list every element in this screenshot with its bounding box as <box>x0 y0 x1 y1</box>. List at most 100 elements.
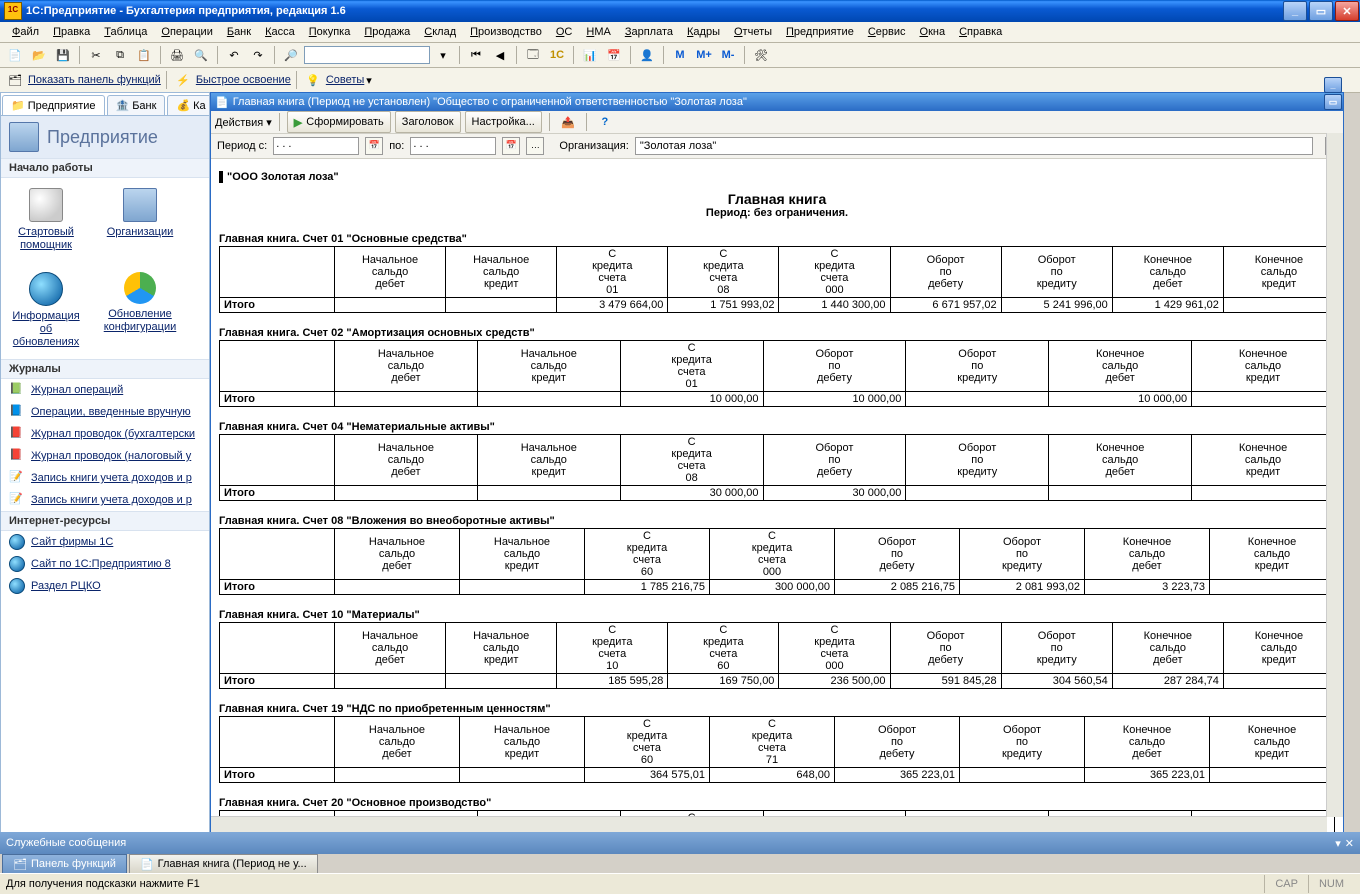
icon-organizations[interactable]: Организации <box>101 188 179 252</box>
actions-menu[interactable]: Действия ▾ <box>215 116 272 129</box>
m-button[interactable]: M <box>669 44 691 66</box>
menu-отчеты[interactable]: Отчеты <box>728 24 778 40</box>
menu-правка[interactable]: Правка <box>47 24 96 40</box>
ledger-block: Главная книга. Счет 04 "Нематериальные а… <box>219 421 1335 501</box>
task-panel-functions[interactable]: 🗂 Панель функций <box>2 854 127 874</box>
period-select-icon[interactable]: … <box>526 137 544 155</box>
settings-button[interactable]: Настройка... <box>465 111 542 133</box>
maximize-button[interactable]: ▭ <box>1309 1 1333 21</box>
export-icon[interactable]: 📤 <box>557 111 579 133</box>
nav-prev-icon[interactable]: ◀ <box>489 44 511 66</box>
tab-bank[interactable]: 🏦 Банк <box>107 95 166 115</box>
quickstart-button[interactable]: Быстрое освоение <box>196 74 291 86</box>
ledger-table: НачальноесальдодебетНачальноесальдокреди… <box>219 434 1335 501</box>
tips-icon[interactable]: 💡 <box>302 69 324 91</box>
inner-help-icon[interactable]: ? <box>594 111 616 133</box>
journal-icon: 📘 <box>9 404 25 420</box>
icon-start-wizard[interactable]: Стартовый помощник <box>7 188 85 252</box>
ledger-block: Главная книга. Счет 10 "Материалы"Началь… <box>219 609 1335 689</box>
windows-icon[interactable]: 🗔 <box>522 44 544 66</box>
nav-first-icon[interactable]: ⏮ <box>465 44 487 66</box>
calendar-icon[interactable]: 📅 <box>603 44 625 66</box>
task-main-ledger[interactable]: 📄 Главная книга (Период не у... <box>129 854 318 874</box>
show-panel-button[interactable]: Показать панель функций <box>28 74 161 86</box>
menu-справка[interactable]: Справка <box>953 24 1008 40</box>
close-button[interactable]: ✕ <box>1335 1 1359 21</box>
m-plus-button[interactable]: M+ <box>693 44 715 66</box>
calendar-from-icon[interactable]: 📅 <box>365 137 383 155</box>
journal-link[interactable]: 📘Операции, введенные вручную <box>1 401 209 423</box>
save-icon[interactable]: 💾 <box>52 44 74 66</box>
status-hint: Для получения подсказки нажмите F1 <box>6 878 200 890</box>
panel-icon[interactable]: 🗂 <box>4 69 26 91</box>
period-from-input[interactable]: . . . <box>273 137 359 155</box>
report-title: Главная книга <box>219 191 1335 207</box>
horizontal-scrollbar[interactable] <box>211 816 1327 833</box>
calendar-to-icon[interactable]: 📅 <box>502 137 520 155</box>
icon-config-update[interactable]: Обновление конфигурации <box>101 272 179 349</box>
inner-toolbar: Действия ▾ ▶Сформировать Заголовок Настр… <box>211 111 1343 134</box>
journal-link[interactable]: 📕Журнал проводок (налоговый у <box>1 445 209 467</box>
menu-сервис[interactable]: Сервис <box>862 24 912 40</box>
menu-покупка[interactable]: Покупка <box>303 24 357 40</box>
open-icon[interactable]: 📂 <box>28 44 50 66</box>
undo-icon[interactable]: ↶ <box>223 44 245 66</box>
menu-касса[interactable]: Касса <box>259 24 301 40</box>
inner-maximize-button[interactable]: ▭ <box>1324 94 1342 110</box>
minimize-button[interactable]: _ <box>1283 1 1307 21</box>
copy-icon[interactable]: ⧉ <box>109 44 131 66</box>
dropdown-icon[interactable]: ▾ <box>366 74 372 87</box>
menu-таблица[interactable]: Таблица <box>98 24 153 40</box>
internet-link[interactable]: Раздел РЦКО <box>1 575 209 597</box>
menu-операции[interactable]: Операции <box>155 24 218 40</box>
quickstart-icon[interactable]: ⚡ <box>172 69 194 91</box>
menu-предприятие[interactable]: Предприятие <box>780 24 860 40</box>
new-icon[interactable]: 📄 <box>4 44 26 66</box>
journal-link[interactable]: 📝Запись книги учета доходов и р <box>1 489 209 511</box>
vertical-scrollbar[interactable] <box>1326 133 1343 817</box>
cut-icon[interactable]: ✂ <box>85 44 107 66</box>
menu-нма[interactable]: НМА <box>580 24 616 40</box>
search-go-icon[interactable]: ▾ <box>432 44 454 66</box>
redo-icon[interactable]: ↷ <box>247 44 269 66</box>
ledger-table: НачальноесальдодебетНачальноесальдокреди… <box>219 622 1335 689</box>
m-minus-button[interactable]: M- <box>717 44 739 66</box>
journal-link[interactable]: 📗Журнал операций <box>1 379 209 401</box>
icon-update-info[interactable]: Информация об обновлениях <box>7 272 85 349</box>
search-input[interactable] <box>304 46 430 64</box>
menu-склад[interactable]: Склад <box>418 24 462 40</box>
user-icon[interactable]: 👤 <box>636 44 658 66</box>
ledger-title: Главная книга. Счет 01 "Основные средств… <box>219 233 1335 245</box>
service-collapse-icon[interactable]: ▾ <box>1335 837 1341 850</box>
period-to-input[interactable]: . . . <box>410 137 496 155</box>
menu-кадры[interactable]: Кадры <box>681 24 726 40</box>
menu-ос[interactable]: ОС <box>550 24 579 40</box>
tools-icon[interactable]: 🛠 <box>750 44 772 66</box>
internet-link[interactable]: Сайт фирмы 1С <box>1 531 209 553</box>
menu-производство[interactable]: Производство <box>464 24 548 40</box>
find-icon[interactable]: 🔎 <box>280 44 302 66</box>
tab-cash[interactable]: 💰 Ка <box>167 95 210 115</box>
menu-файл[interactable]: Файл <box>6 24 45 40</box>
service-close-icon[interactable]: ✕ <box>1345 837 1354 850</box>
help-icon[interactable]: 1C <box>546 44 568 66</box>
form-button[interactable]: ▶Сформировать <box>287 111 391 133</box>
preview-icon[interactable]: 🔍 <box>190 44 212 66</box>
internet-link[interactable]: Сайт по 1С:Предприятию 8 <box>1 553 209 575</box>
org-input[interactable]: "Золотая лоза" <box>635 137 1313 155</box>
header-button[interactable]: Заголовок <box>395 111 461 133</box>
period-to-label: по: <box>389 140 404 152</box>
total-label: Итого <box>220 486 335 501</box>
inner-minimize-button[interactable]: _ <box>1324 77 1342 93</box>
journal-link[interactable]: 📕Журнал проводок (бухгалтерски <box>1 423 209 445</box>
menu-зарплата[interactable]: Зарплата <box>619 24 679 40</box>
menu-продажа[interactable]: Продажа <box>358 24 416 40</box>
paste-icon[interactable]: 📋 <box>133 44 155 66</box>
menu-банк[interactable]: Банк <box>221 24 257 40</box>
print-icon[interactable]: 🖨 <box>166 44 188 66</box>
tips-button[interactable]: Советы <box>326 74 364 86</box>
calc-icon[interactable]: 📊 <box>579 44 601 66</box>
menu-окна[interactable]: Окна <box>914 24 952 40</box>
tab-enterprise[interactable]: 📁 Предприятие <box>2 95 105 115</box>
journal-link[interactable]: 📝Запись книги учета доходов и р <box>1 467 209 489</box>
